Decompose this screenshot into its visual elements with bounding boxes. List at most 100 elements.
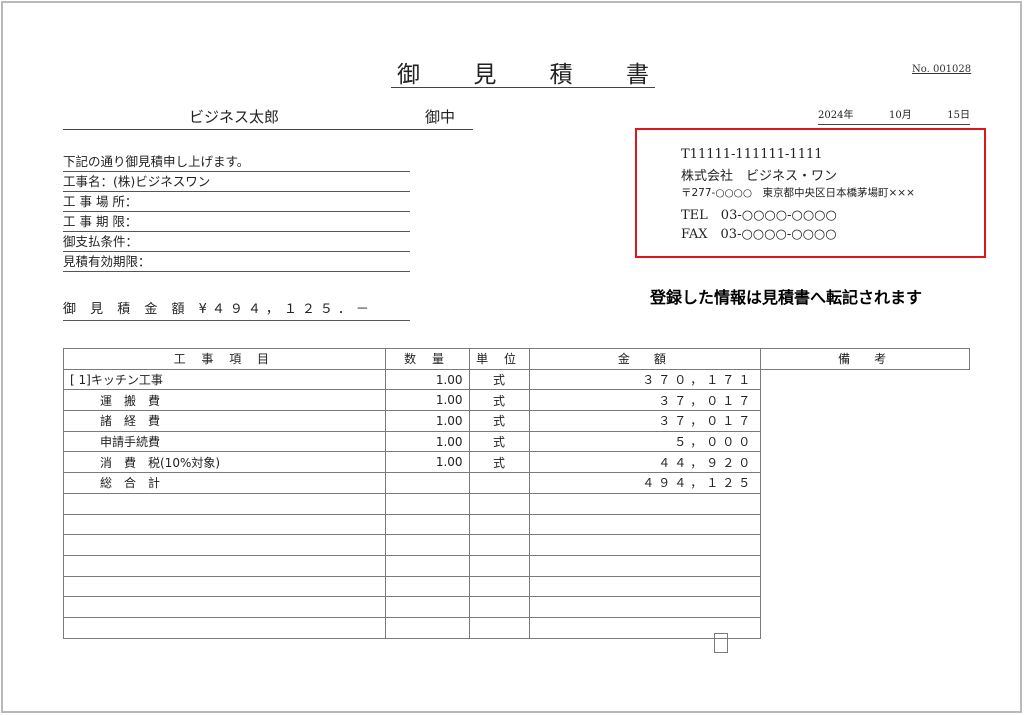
table-row	[63, 534, 970, 654]
project-deadline: 工 事 期 限：	[63, 212, 410, 232]
table-row: [ 1]キッチン工事 1.00 式 ３７０，１７１	[63, 368, 970, 654]
cell-amount	[528, 534, 762, 556]
cell-unit	[468, 616, 530, 639]
table-row: 消 費 税(10%対象) 1.00 式 ４４，９２０	[63, 451, 970, 654]
estimate-total: 御 見 積 金 額 ¥４９４，１２５．－	[63, 298, 410, 321]
table-row	[63, 554, 970, 654]
cell-quantity: 1.00	[384, 389, 470, 412]
table-row	[63, 492, 970, 654]
cell-item: 申請手続費	[63, 430, 386, 453]
table-row	[63, 575, 970, 654]
cell-quantity	[384, 513, 470, 536]
cell-amount: ４４，９２０	[528, 451, 762, 474]
issuer-tel: TEL 03-○○○○-○○○○	[681, 208, 837, 223]
annotation-text: 登録した情報は見積書へ転記されます	[650, 288, 923, 307]
cell-quantity: 1.00	[384, 451, 470, 474]
table-row: 諸 経 費 1.00 式 ３７，０１７	[63, 410, 970, 654]
cell-amount	[528, 575, 762, 598]
cell-quantity	[384, 575, 470, 598]
cell-amount: ３７０，１７１	[528, 368, 762, 391]
cell-amount: ５，０００	[528, 430, 762, 453]
title-char: 見	[473, 62, 497, 88]
payment-terms: 御支払条件：	[63, 232, 410, 252]
cell-unit: 式	[468, 430, 530, 453]
cell-item: 運 搬 費	[63, 389, 386, 412]
issuer-address: 〒277-○○○○ 東京都中央区日本橋茅場町×××	[681, 187, 915, 199]
cell-quantity	[384, 472, 470, 494]
title-char: 御	[397, 62, 420, 88]
validity-period: 見積有効期限：	[63, 252, 410, 272]
cell-item	[63, 616, 386, 639]
recipient-name: ビジネス太郎	[189, 108, 280, 126]
issuer-fax: FAX 03-○○○○-○○○○	[681, 227, 837, 242]
cell-unit	[468, 492, 530, 515]
header-quantity: 数 量	[384, 348, 470, 370]
header-item: 工 事 項 目	[63, 348, 386, 370]
cell-amount: ３７，０１７	[528, 410, 762, 432]
registration-number: T11111-111111-1111	[681, 147, 823, 162]
cell-quantity	[384, 492, 470, 515]
cell-amount: ４９４，１２５	[528, 472, 762, 494]
issuer-company: 株式会社 ビジネス・ワン	[681, 169, 838, 184]
title-char: 積	[549, 62, 573, 88]
table-row: 申請手続費 1.00 式 ５，０００	[63, 430, 970, 654]
cell-item	[63, 575, 386, 598]
project-name: 工事名：(株)ビジネスワン	[63, 172, 410, 192]
cell-unit: 式	[468, 451, 530, 474]
date-day: 15日	[947, 110, 970, 121]
header-unit: 単 位	[468, 348, 530, 370]
table-row: 総 合 計 ４９４，１２５	[63, 472, 970, 654]
cell-unit: 式	[468, 389, 530, 412]
table-header-row: 工 事 項 目 数 量 単 位 金 額 備 考	[63, 348, 970, 370]
cell-quantity	[384, 554, 470, 577]
cell-item	[63, 554, 386, 577]
project-location: 工 事 場 所：	[63, 192, 410, 212]
cell-remarks	[713, 632, 728, 654]
date-month: 10月	[888, 110, 912, 121]
cell-item	[63, 596, 386, 618]
intro-text: 下記の通り御見積申し上げます。	[63, 152, 410, 172]
header-remarks: 備 考	[760, 348, 970, 370]
cell-unit	[468, 513, 530, 536]
cell-item: 消 費 税(10%対象)	[63, 451, 386, 474]
cell-amount	[528, 513, 762, 536]
cell-item: [ 1]キッチン工事	[63, 368, 386, 391]
cell-quantity	[384, 616, 470, 639]
estimate-details: 下記の通り御見積申し上げます。 工事名：(株)ビジネスワン 工 事 場 所： 工…	[63, 152, 410, 272]
cell-unit	[468, 596, 530, 618]
issuer-info-box: T11111-111111-1111 株式会社 ビジネス・ワン 〒277-○○○…	[635, 128, 986, 258]
recipient-line: ビジネス太郎 御中	[63, 106, 473, 130]
cell-unit: 式	[468, 368, 530, 391]
cell-amount: ３７，０１７	[528, 389, 762, 412]
header-amount: 金 額	[528, 348, 762, 370]
cell-unit: 式	[468, 410, 530, 432]
cell-amount	[528, 554, 762, 577]
cell-quantity	[384, 534, 470, 556]
cell-amount	[528, 492, 762, 515]
cell-item: 総 合 計	[63, 472, 386, 494]
cell-item	[63, 513, 386, 536]
table-row: 運 搬 費 1.00 式 ３７，０１７	[63, 389, 970, 654]
cell-unit	[468, 575, 530, 598]
cell-item	[63, 492, 386, 515]
date-year: 2024年	[818, 110, 854, 121]
issue-date: 2024年 10月 15日	[818, 106, 970, 125]
document-number: No. 001028	[912, 64, 972, 75]
cell-quantity	[384, 596, 470, 618]
table-row	[63, 616, 970, 654]
document-title: 御 見 積 書	[391, 60, 655, 88]
estimate-table: 工 事 項 目 数 量 単 位 金 額 備 考 [ 1]キッチン工事 1.00 式 ３…	[63, 348, 970, 654]
cell-quantity: 1.00	[384, 368, 470, 391]
cell-unit	[468, 472, 530, 494]
cell-item: 諸 経 費	[63, 410, 386, 432]
cell-quantity: 1.00	[384, 430, 470, 453]
cell-unit	[468, 534, 530, 556]
cell-amount	[528, 596, 762, 618]
recipient-honorific: 御中	[425, 108, 456, 126]
cell-item	[63, 534, 386, 556]
table-row	[63, 513, 970, 654]
title-char: 書	[625, 62, 649, 88]
cell-unit	[468, 554, 530, 577]
cell-quantity: 1.00	[384, 410, 470, 432]
table-row	[63, 596, 970, 654]
